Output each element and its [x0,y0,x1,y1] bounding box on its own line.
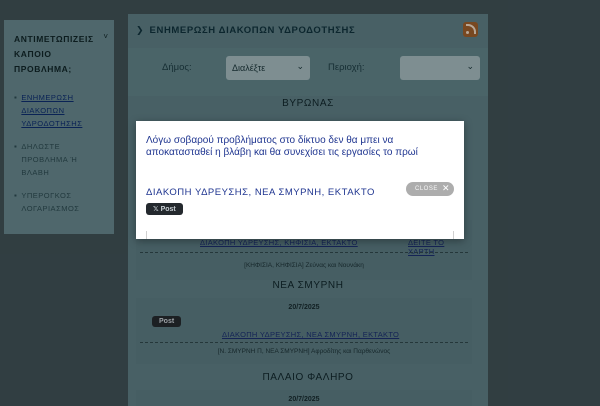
post-label: Post [160,206,176,213]
x-logo-icon: 𝕏 [153,206,159,213]
modal-outage-title: ΔΙΑΚΟΠΗ ΥΔΡΕΥΣΗΣ, ΝΕΑ ΣΜΥΡΝΗ, ΕΚΤΑΚΤΟ [146,187,375,198]
close-label: CLOSE [415,186,438,192]
close-button[interactable]: CLOSE ✕ [406,182,454,196]
notice-modal: Λόγω σοβαρού προβλήματος στο δίκτυο δεν … [136,121,464,239]
modal-message: Λόγω σοβαρού προβλήματος στο δίκτυο δεν … [146,135,418,158]
post-button[interactable]: 𝕏 Post [146,203,183,215]
close-icon: ✕ [441,183,450,193]
modal-inner-frame [146,231,454,239]
